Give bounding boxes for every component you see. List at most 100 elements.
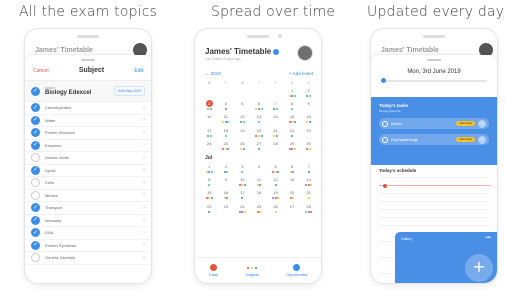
calendar-day[interactable]: 22 (284, 127, 301, 140)
calendar-day[interactable]: 16 (218, 189, 235, 202)
selected-subject[interactable]: ✓ Award Biology Edexcel Until May 2020 (25, 81, 151, 102)
calendar-day[interactable]: 25 (251, 203, 268, 216)
calendar-day[interactable]: 4 (251, 163, 268, 176)
calendar-day[interactable]: 13 (284, 176, 301, 189)
edit-button[interactable]: Edit (134, 68, 143, 74)
calendar-day[interactable]: 24 (201, 140, 218, 153)
calendar-day[interactable]: 2 (300, 87, 317, 100)
calendar-day[interactable]: 19 (234, 127, 251, 140)
check-icon[interactable]: ✓ (31, 215, 40, 225)
topic-row[interactable]: Mitosis › (25, 190, 151, 202)
calendar-day[interactable]: 20 (284, 189, 301, 202)
calendar-day[interactable]: 27 (284, 203, 301, 216)
calendar-day[interactable]: 14 (267, 113, 284, 126)
add-to-plan-button[interactable]: Add to plan (456, 137, 475, 142)
calendar-day[interactable]: 15 (284, 113, 301, 126)
calendar-day[interactable]: 8 (201, 176, 218, 189)
check-icon[interactable]: ✓ (31, 103, 40, 113)
unchecked-circle-icon[interactable] (31, 253, 40, 263)
unchecked-circle-icon[interactable] (31, 178, 40, 188)
cancel-button[interactable]: Cancel (33, 68, 49, 74)
check-icon[interactable]: ✓ (31, 128, 40, 138)
calendar-day[interactable]: 29 (284, 140, 301, 153)
calendar-day[interactable]: 21 (267, 127, 284, 140)
add-to-plan-button[interactable]: Add to plan (456, 121, 475, 126)
tab-today[interactable]: Today (209, 264, 218, 277)
task-item[interactable]: Psychopathology Add to plan × (379, 134, 489, 145)
topic-row[interactable]: ✓ Protein Structure › (25, 127, 151, 140)
topic-row[interactable]: Cells › (25, 177, 151, 190)
calendar-day[interactable]: 23 (300, 127, 317, 140)
check-icon[interactable]: ✓ (31, 203, 40, 213)
unchecked-circle-icon[interactable] (31, 190, 40, 200)
topic-row[interactable]: ✓ Transport › (25, 202, 151, 215)
add-event-button[interactable]: + Add event (289, 71, 313, 76)
previous-year-button[interactable]: ← 2019 (205, 71, 221, 76)
calendar-day[interactable]: 7 (300, 163, 317, 176)
unchecked-circle-icon[interactable] (31, 153, 40, 163)
calendar-day[interactable]: 11 (218, 113, 235, 126)
topic-row[interactable]: Genetic Diversity › (25, 252, 151, 265)
task-checkbox[interactable] (382, 120, 388, 127)
tab-opportunities[interactable]: Opportunities (286, 264, 307, 277)
slider-knob[interactable] (381, 78, 386, 83)
topic-row[interactable]: ✓ Lipids › (25, 165, 151, 177)
event-card[interactable]: Gallery ••• + (395, 232, 497, 283)
calendar-day[interactable]: 18 (251, 189, 268, 202)
calendar-day[interactable]: 12 (234, 113, 251, 126)
close-icon[interactable]: × (478, 135, 486, 144)
calendar-day[interactable]: 28 (300, 203, 317, 216)
edit-dot-icon[interactable] (273, 48, 280, 55)
calendar-day[interactable]: 2 (218, 163, 235, 176)
calendar-day[interactable]: 4 (218, 100, 235, 113)
calendar-day[interactable]: 30 (300, 140, 317, 153)
calendar-day[interactable]: 17 (234, 189, 251, 202)
calendar-day[interactable]: 13 (251, 113, 268, 126)
calendar-day[interactable]: 20 (251, 127, 268, 140)
more-icon[interactable]: ••• (486, 235, 491, 241)
calendar-day[interactable]: 6 (284, 163, 301, 176)
calendar-day[interactable]: 21 (300, 189, 317, 202)
topic-row[interactable]: Nucleic Acids › (25, 152, 151, 165)
calendar-day[interactable]: 5 (267, 163, 284, 176)
sheet-handle[interactable] (427, 59, 441, 61)
calendar-day[interactable]: 16 (300, 113, 317, 126)
calendar-day[interactable]: 1 (284, 87, 301, 100)
calendar-day[interactable]: 23 (218, 203, 235, 216)
check-icon[interactable]: ✓ (31, 115, 40, 125)
add-button[interactable]: + (465, 254, 493, 282)
calendar-day[interactable]: 26 (234, 140, 251, 153)
task-item[interactable]: Mitosis Add to plan × (379, 118, 489, 129)
calendar-day[interactable]: 28 (267, 140, 284, 153)
calendar-day[interactable]: 10 (201, 113, 218, 126)
calendar-day[interactable]: 27 (251, 140, 268, 153)
topic-row[interactable]: ✓ DNA › (25, 227, 151, 240)
calendar-day[interactable]: 17 (201, 127, 218, 140)
calendar-day[interactable]: 19 (267, 189, 284, 202)
calendar-day[interactable]: 14 (300, 176, 317, 189)
calendar-day[interactable]: 6 (251, 100, 268, 113)
date-slider[interactable] (381, 78, 487, 83)
check-icon[interactable]: ✓ (31, 140, 40, 150)
calendar-day[interactable]: 25 (218, 140, 235, 153)
topic-row[interactable]: ✓ Water › (25, 115, 151, 127)
topic-row[interactable]: ✓ Protein Synthesis › (25, 240, 151, 252)
check-icon[interactable]: ✓ (31, 240, 40, 250)
task-checkbox[interactable] (382, 136, 388, 143)
calendar-day[interactable]: 3 (234, 163, 251, 176)
calendar-day[interactable]: 5 (234, 100, 251, 113)
tab-subjects[interactable]: Subjects (246, 264, 259, 277)
check-icon[interactable]: ✓ (31, 165, 40, 175)
calendar-day[interactable]: 22 (201, 203, 218, 216)
calendar-day[interactable]: 12 (267, 176, 284, 189)
avatar[interactable] (297, 45, 313, 61)
until-date-button[interactable]: Until May 2020 (113, 86, 145, 96)
calendar-day[interactable]: 9 (218, 176, 235, 189)
topic-row[interactable]: ✓ Enzymes › (25, 140, 151, 152)
calendar-day[interactable]: 7 (267, 100, 284, 113)
calendar-day[interactable]: 18 (218, 127, 235, 140)
calendar-day[interactable]: 10 (234, 176, 251, 189)
calendar-day[interactable]: 1 (201, 163, 218, 176)
calendar-day[interactable]: 8 (284, 100, 301, 113)
calendar-day[interactable]: 9 (300, 100, 317, 113)
